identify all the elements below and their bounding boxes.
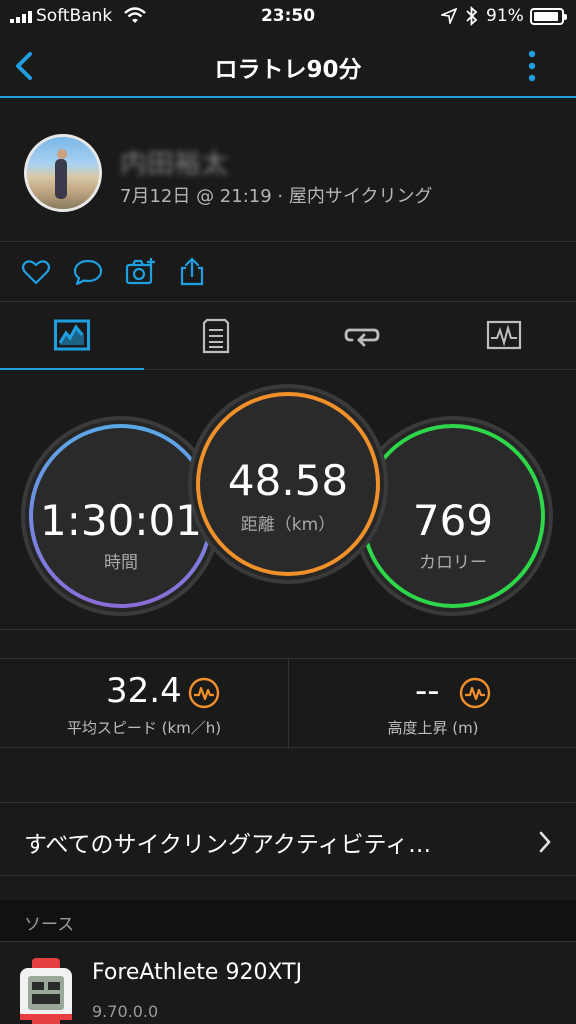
time-value: 1:30:01 [40,496,202,545]
stats-row: 32.4 平均スピード (km／h) -- 高度上昇 (m) [0,658,576,749]
tab-overview[interactable] [0,302,144,371]
elevation-label: 高度上昇 (m) [387,719,479,737]
chevron-right-icon [539,831,551,853]
elevation-value: -- [415,671,440,711]
status-bar: SoftBank 23:50 91% [0,0,576,34]
detail-tabs [0,302,576,371]
nav-bar: ロラトレ90分 [0,34,576,98]
bluetooth-icon [466,6,478,26]
source-section-header: ソース [0,900,576,942]
time-label: 時間 [104,553,138,573]
source-device[interactable]: ForeAthlete 920XTJ 9.70.0.0 [0,942,576,1024]
avg-speed-label: 平均スピード (km／h) [66,719,222,737]
battery-icon [530,8,567,25]
user-name[interactable]: 内田裕太 [120,142,228,181]
activity-pulse-icon [459,677,491,709]
charts-icon [486,320,522,350]
elevation-stat[interactable]: -- 高度上昇 (m) [288,659,576,749]
laps-loop-icon [344,328,380,347]
battery-percent: 91% [486,6,524,26]
activity-pulse-icon [188,677,220,709]
tab-stats[interactable] [144,302,288,370]
tab-laps[interactable] [288,302,432,370]
avatar[interactable] [24,134,102,212]
all-cycling-activities-link[interactable]: すべてのサイクリングアクティビティ… [0,802,576,876]
share-icon[interactable] [176,256,208,288]
activity-meta: 7月12日 @ 21:19 · 屋内サイクリング [120,186,433,207]
page-title: ロラトレ90分 [214,57,362,83]
summary-gauges: 1:30:01 時間 48.58 距離（km） 769 カロリー [0,370,576,630]
all-activities-label: すべてのサイクリングアクティビティ… [24,832,432,858]
source-header-label: ソース [24,915,75,935]
activity-header: 内田裕太 7月12日 @ 21:19 · 屋内サイクリング [0,100,576,242]
calories-value: 769 [412,496,494,545]
action-bar [0,242,576,302]
distance-value: 48.58 [227,456,349,505]
tab-charts[interactable] [432,302,576,370]
location-arrow-icon [441,8,457,24]
comment-bubble-icon[interactable] [72,256,104,288]
back-chevron-icon[interactable] [10,48,40,84]
avg-speed-value: 32.4 [106,671,182,711]
stats-document-icon [202,318,230,354]
calories-label: カロリー [419,553,487,573]
add-photo-icon[interactable] [124,256,156,288]
more-options-icon[interactable] [524,46,540,86]
distance-label: 距離（km） [240,515,336,535]
device-version: 9.70.0.0 [92,1002,159,1021]
watch-device-icon [20,958,72,1024]
overview-icon [54,319,90,351]
device-name: ForeAthlete 920XTJ [92,960,303,985]
like-heart-icon[interactable] [20,256,52,288]
avg-speed-stat[interactable]: 32.4 平均スピード (km／h) [0,659,288,749]
